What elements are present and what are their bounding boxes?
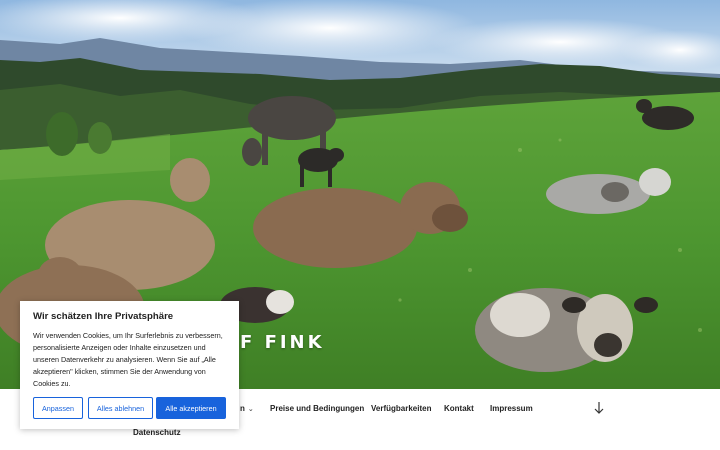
nav-item-impressum[interactable]: Impressum <box>490 404 533 413</box>
chevron-down-icon: ⌄ <box>247 406 254 413</box>
accept-all-button[interactable]: Alle akzeptieren <box>156 397 226 419</box>
cookie-banner-title: Wir schätzen Ihre Privatsphäre <box>33 311 174 322</box>
nav-item-partial-label: n <box>240 404 245 413</box>
nav-item-datenschutz[interactable]: Datenschutz <box>133 428 181 437</box>
site-title[interactable]: F FINK <box>240 332 325 353</box>
nav-item-kontakt[interactable]: Kontakt <box>444 404 474 413</box>
nav-item-partial[interactable]: n ⌄ <box>240 404 254 413</box>
arrow-down-icon[interactable] <box>592 401 606 415</box>
cookie-consent-banner: Wir schätzen Ihre Privatsphäre Wir verwe… <box>20 301 239 429</box>
cookie-banner-text: Wir verwenden Cookies, um Ihr Surferlebn… <box>33 331 223 388</box>
nav-item-verfuegbarkeiten[interactable]: Verfügbarkeiten <box>371 404 431 413</box>
customize-button[interactable]: Anpassen <box>33 397 83 419</box>
nav-item-preise[interactable]: Preise und Bedingungen <box>270 404 364 413</box>
reject-all-button[interactable]: Alles ablehnen <box>88 397 153 419</box>
